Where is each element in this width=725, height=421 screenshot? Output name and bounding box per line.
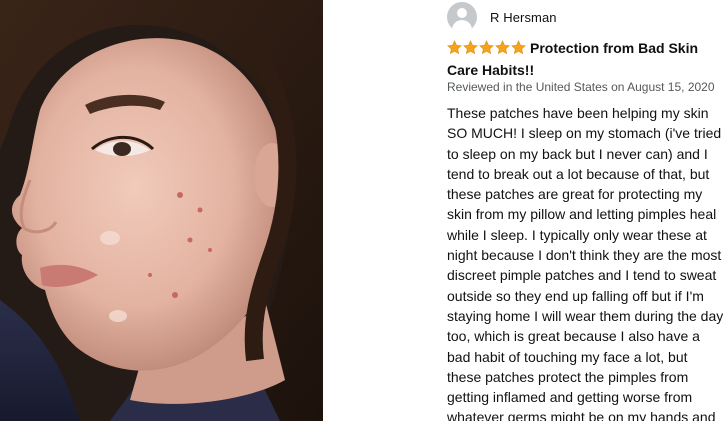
star-icon bbox=[511, 40, 526, 55]
reviewer-name: R Hersman bbox=[490, 9, 557, 25]
review-card: R Hersman Protection from Bad Skin Care … bbox=[447, 0, 723, 421]
star-rating bbox=[447, 40, 527, 60]
review-title-row: Protection from Bad Skin Care Habits!! bbox=[447, 38, 723, 80]
user-avatar-icon bbox=[447, 2, 477, 32]
reviewer-profile[interactable]: R Hersman bbox=[447, 2, 557, 32]
review-body: These patches have been helping my skin … bbox=[447, 105, 723, 421]
face-photo-image bbox=[0, 0, 323, 421]
star-icon bbox=[463, 40, 478, 55]
star-icon bbox=[495, 40, 510, 55]
star-icon bbox=[479, 40, 494, 55]
star-icon bbox=[447, 40, 462, 55]
review-date: Reviewed in the United States on August … bbox=[447, 80, 715, 94]
review-photo[interactable] bbox=[0, 0, 323, 421]
